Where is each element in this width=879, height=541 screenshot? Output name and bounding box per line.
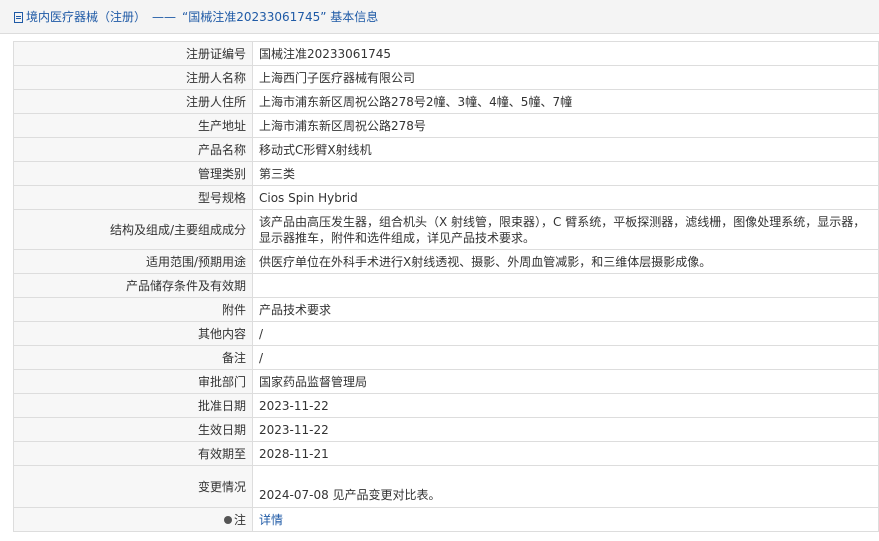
row-label: 有效期至 bbox=[13, 441, 253, 466]
details-link[interactable]: 详情 bbox=[259, 513, 283, 527]
note-label: 注 bbox=[233, 512, 246, 527]
table-row: 注册人住所 上海市浦东新区周祝公路278号2幢、3幢、4幢、5幢、7幢 bbox=[13, 89, 879, 114]
table-row: 其他内容 / bbox=[13, 321, 879, 346]
row-label: 附件 bbox=[13, 297, 253, 322]
row-label: 注册人名称 bbox=[13, 65, 253, 90]
row-value: 上海西门子医疗器械有限公司 bbox=[252, 65, 879, 90]
table-row: 备注 / bbox=[13, 345, 879, 370]
table-row: 产品名称 移动式C形臂X射线机 bbox=[13, 137, 879, 162]
row-label: 审批部门 bbox=[13, 369, 253, 394]
table-row: 适用范围/预期用途 供医疗单位在外科手术进行X射线透视、摄影、外周血管减影，和三… bbox=[13, 249, 879, 274]
row-label: 备注 bbox=[13, 345, 253, 370]
row-value: 国械注准20233061745 bbox=[252, 41, 879, 66]
row-value: / bbox=[252, 345, 879, 370]
row-value: 该产品由高压发生器，组合机头（X 射线管，限束器），C 臂系统，平板探测器，滤线… bbox=[252, 209, 879, 250]
table-row: 型号规格 Cios Spin Hybrid bbox=[13, 185, 879, 210]
table-row-note: 注 详情 bbox=[13, 507, 879, 532]
row-label: 生产地址 bbox=[13, 113, 253, 138]
table-row: 管理类别 第三类 bbox=[13, 161, 879, 186]
table-row: 有效期至 2028-11-21 bbox=[13, 441, 879, 466]
page-title: “国械注准20233061745” 基本信息 bbox=[182, 10, 379, 24]
table-row: 生效日期 2023-11-22 bbox=[13, 417, 879, 442]
table-row: 附件 产品技术要求 bbox=[13, 297, 879, 322]
table-row: 变更情况 2024-07-08 见产品变更对比表。 bbox=[13, 465, 879, 508]
row-value: 2023-11-22 bbox=[252, 417, 879, 442]
row-label: 适用范围/预期用途 bbox=[13, 249, 253, 274]
table-row: 注册人名称 上海西门子医疗器械有限公司 bbox=[13, 65, 879, 90]
table-row: 注册证编号 国械注准20233061745 bbox=[13, 41, 879, 66]
table-row: 结构及组成/主要组成成分 该产品由高压发生器，组合机头（X 射线管，限束器），C… bbox=[13, 209, 879, 250]
row-label: 生效日期 bbox=[13, 417, 253, 442]
row-value: 2023-11-22 bbox=[252, 393, 879, 418]
table-row: 审批部门 国家药品监督管理局 bbox=[13, 369, 879, 394]
table-row: 生产地址 上海市浦东新区周祝公路278号 bbox=[13, 113, 879, 138]
row-value: 产品技术要求 bbox=[252, 297, 879, 322]
row-value bbox=[252, 273, 879, 298]
row-value: 移动式C形臂X射线机 bbox=[252, 137, 879, 162]
table-row: 产品储存条件及有效期 bbox=[13, 273, 879, 298]
row-label: 注册人住所 bbox=[13, 89, 253, 114]
row-label: 批准日期 bbox=[13, 393, 253, 418]
device-info-table: 注册证编号 国械注准20233061745 注册人名称 上海西门子医疗器械有限公… bbox=[13, 41, 879, 532]
row-label: 管理类别 bbox=[13, 161, 253, 186]
document-icon bbox=[14, 12, 23, 23]
row-label: 其他内容 bbox=[13, 321, 253, 346]
row-label: 变更情况 bbox=[13, 465, 253, 508]
row-value: 供医疗单位在外科手术进行X射线透视、摄影、外周血管减影，和三维体层摄影成像。 bbox=[252, 249, 879, 274]
table-row: 批准日期 2023-11-22 bbox=[13, 393, 879, 418]
row-label: 型号规格 bbox=[13, 185, 253, 210]
row-value: Cios Spin Hybrid bbox=[252, 185, 879, 210]
row-value: 国家药品监督管理局 bbox=[252, 369, 879, 394]
row-value: 2024-07-08 见产品变更对比表。 bbox=[252, 465, 879, 508]
row-value: 2028-11-21 bbox=[252, 441, 879, 466]
breadcrumb-separator: —— bbox=[152, 9, 177, 24]
row-value: 上海市浦东新区周祝公路278号 bbox=[252, 113, 879, 138]
breadcrumb-category[interactable]: 境内医疗器械（注册） bbox=[26, 8, 146, 25]
bullet-icon bbox=[223, 515, 232, 524]
note-label-cell: 注 bbox=[13, 507, 253, 532]
row-value: / bbox=[252, 321, 879, 346]
row-label: 结构及组成/主要组成成分 bbox=[13, 209, 253, 250]
row-label: 产品储存条件及有效期 bbox=[13, 273, 253, 298]
row-value: 第三类 bbox=[252, 161, 879, 186]
row-label: 注册证编号 bbox=[13, 41, 253, 66]
breadcrumb-title: 境内医疗器械（注册） —— “国械注准20233061745” 基本信息 bbox=[0, 0, 879, 34]
row-label: 产品名称 bbox=[13, 137, 253, 162]
row-value: 上海市浦东新区周祝公路278号2幢、3幢、4幢、5幢、7幢 bbox=[252, 89, 879, 114]
note-value-cell: 详情 bbox=[252, 507, 879, 532]
